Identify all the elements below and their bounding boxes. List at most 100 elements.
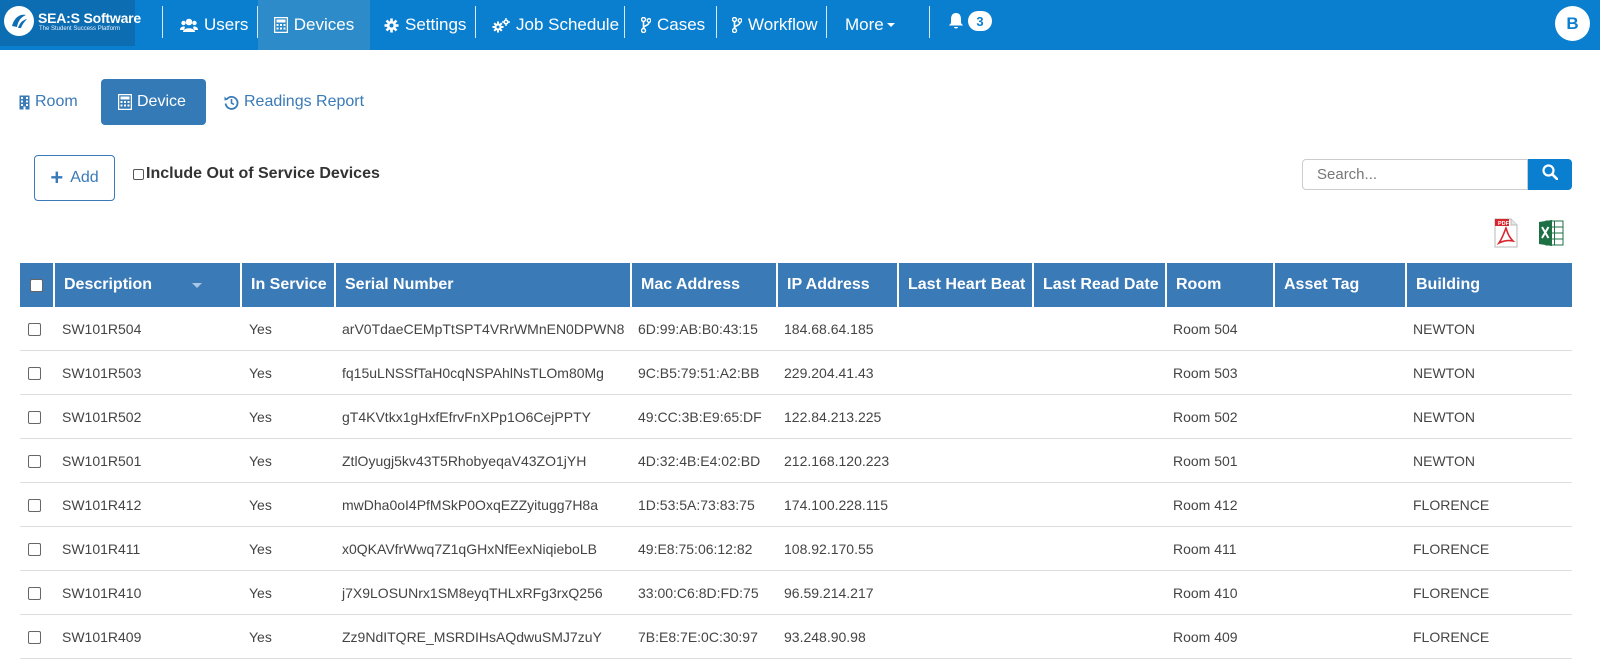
cell-in-service: Yes [249,321,272,337]
column-room[interactable]: Room [1165,263,1273,307]
column-description[interactable]: Description [53,263,240,307]
column-asset-tag[interactable]: Asset Tag [1273,263,1405,307]
cell-room: Room 410 [1173,585,1238,601]
nav-settings[interactable]: Settings [384,0,466,50]
row-select-cell [28,615,41,659]
nav-job-schedule[interactable]: Job Schedule [492,0,619,50]
cell-room: Room 409 [1173,629,1238,645]
search-button[interactable] [1528,159,1572,190]
table-row[interactable]: SW101R412 Yes mwDha0oI4PfMSkP0OxqEZZyitugg… [20,483,1572,527]
cell-serial-number: j7X9LOSUNrx1SM8eyqTHLxRFg3rxQ256 [342,585,603,601]
cell-room: Room 411 [1173,541,1237,557]
cell-in-service: Yes [249,585,272,601]
nav-workflow[interactable]: Workflow [732,0,818,50]
row-checkbox[interactable] [28,498,41,512]
cell-mac-address: 33:00:C6:8D:FD:75 [638,585,759,601]
row-checkbox[interactable] [28,542,41,556]
cell-ip-address: 122.84.213.225 [784,409,882,425]
cell-mac-address: 49:E8:75:06:12:82 [638,541,753,557]
tab-readings-report-label: Readings Report [244,93,365,110]
cell-serial-number: x0QKAVfrWwq7Z1qGHxNfEexNiqieboLB [342,541,597,557]
nav-job-schedule-label: Job Schedule [516,15,620,34]
nav-more-dropdown[interactable]: More [845,0,895,50]
nav-users[interactable]: Users [180,0,248,50]
cell-mac-address: 49:CC:3B:E9:65:DF [638,409,762,425]
cell-building: NEWTON [1413,453,1475,469]
logo-mark-icon [4,6,34,36]
row-checkbox[interactable] [28,586,41,600]
select-all-cell [20,263,53,307]
row-checkbox[interactable] [28,410,41,424]
search-input[interactable] [1302,159,1528,190]
nav-cases[interactable]: Cases [641,0,705,50]
column-building[interactable]: Building [1405,263,1572,307]
calculator-icon [273,17,288,33]
row-select-cell [28,571,41,615]
devices-table-header: Description In Service Serial Number Mac… [20,263,1572,307]
out-of-service-label: Include Out of Service Devices [146,165,380,182]
nav-cases-label: Cases [657,15,706,34]
nav-divider [624,6,625,38]
row-checkbox[interactable] [28,630,41,644]
column-ip-address[interactable]: IP Address [776,263,897,307]
cell-serial-number: fq15uLNSSfTaH0cqNSPAhlNsTLOm80Mg [342,365,604,381]
nav-settings-label: Settings [405,15,467,34]
cell-in-service: Yes [249,497,272,513]
row-checkbox[interactable] [28,454,41,468]
column-last-read-date[interactable]: Last Read Date [1032,263,1165,307]
row-select-cell [28,439,41,483]
column-serial-number[interactable]: Serial Number [334,263,630,307]
cell-description: SW101R411 [62,541,141,557]
brand-logo[interactable]: SEA:S Software The Student Success Platf… [0,0,141,46]
cell-room: Room 502 [1173,409,1238,425]
excel-export-icon[interactable] [1538,218,1564,253]
cell-ip-address: 229.204.41.43 [784,365,874,381]
cell-serial-number: mwDha0oI4PfMSkP0OxqEZZyitugg7H8a [342,497,598,513]
table-row[interactable]: SW101R410 Yes j7X9LOSUNrx1SM8eyqTHLxRFg3rx… [20,571,1572,615]
column-in-service[interactable]: In Service [240,263,334,307]
tab-room[interactable]: Room [19,79,78,125]
cell-description: SW101R410 [62,585,142,601]
select-all-checkbox[interactable] [30,278,43,292]
cell-ip-address: 96.59.214.217 [784,585,874,601]
cell-serial-number: Zz9NdITQRE_MSRDIHsAQdwuSMJ7zuY [342,629,602,645]
cell-building: NEWTON [1413,365,1475,381]
user-avatar[interactable]: B [1555,6,1590,41]
cell-mac-address: 1D:53:5A:73:83:75 [638,497,755,513]
column-last-heart-beat[interactable]: Last Heart Beat [897,263,1032,307]
cell-in-service: Yes [249,409,272,425]
column-label: Last Heart Beat [908,276,1026,293]
gears-icon [492,17,510,33]
cell-description: SW101R501 [62,453,142,469]
cell-building: FLORENCE [1413,585,1490,601]
row-checkbox[interactable] [28,366,41,380]
pdf-export-icon[interactable]: PDF [1494,218,1518,253]
column-mac-address[interactable]: Mac Address [630,263,776,307]
cell-serial-number: gT4KVtkx1gHxfEfrvFnXPp1O6CejPPTY [342,409,591,425]
out-of-service-checkbox[interactable] [133,168,144,180]
table-row[interactable]: SW101R411 Yes x0QKAVfrWwq7Z1qGHxNfEexNiqie… [20,527,1572,571]
row-checkbox[interactable] [28,322,41,336]
tab-readings-report[interactable]: Readings Report [224,79,364,125]
nav-devices[interactable]: Devices [258,0,370,50]
table-row[interactable]: SW101R503 Yes fq15uLNSSfTaH0cqNSPAhlNsTLOm… [20,351,1572,395]
add-button[interactable]: + Add [34,155,115,201]
row-select-cell [28,351,41,395]
row-select-cell [28,527,41,571]
cell-mac-address: 4D:32:4B:E4:02:BD [638,453,761,469]
table-row[interactable]: SW101R502 Yes gT4KVtkx1gHxfEfrvFnXPp1O6Cej… [20,395,1572,439]
out-of-service-toggle[interactable]: Include Out of Service Devices [133,165,380,183]
table-row[interactable]: SW101R501 Yes ZtlOyugj5kv43T5RhobyeqaV43ZO… [20,439,1572,483]
brand-tagline: The Student Success Platform [39,26,121,32]
nav-more-label: More [845,15,884,34]
tab-device-label: Device [137,93,186,110]
cell-description: SW101R412 [62,497,142,513]
bell-icon[interactable] [948,12,964,35]
table-row[interactable]: SW101R409 Yes Zz9NdITQRE_MSRDIHsAQdwuSMJ7z… [20,615,1572,659]
table-row[interactable]: SW101R504 Yes arV0TdaeCEMpTtSPT4VRrWMnEN0D… [20,307,1572,351]
cell-mac-address: 6D:99:AB:B0:43:15 [638,321,758,337]
cell-in-service: Yes [249,453,272,469]
tab-device[interactable]: Device [101,79,206,125]
notification-badge[interactable]: 3 [968,11,992,31]
nav-divider [475,6,476,38]
